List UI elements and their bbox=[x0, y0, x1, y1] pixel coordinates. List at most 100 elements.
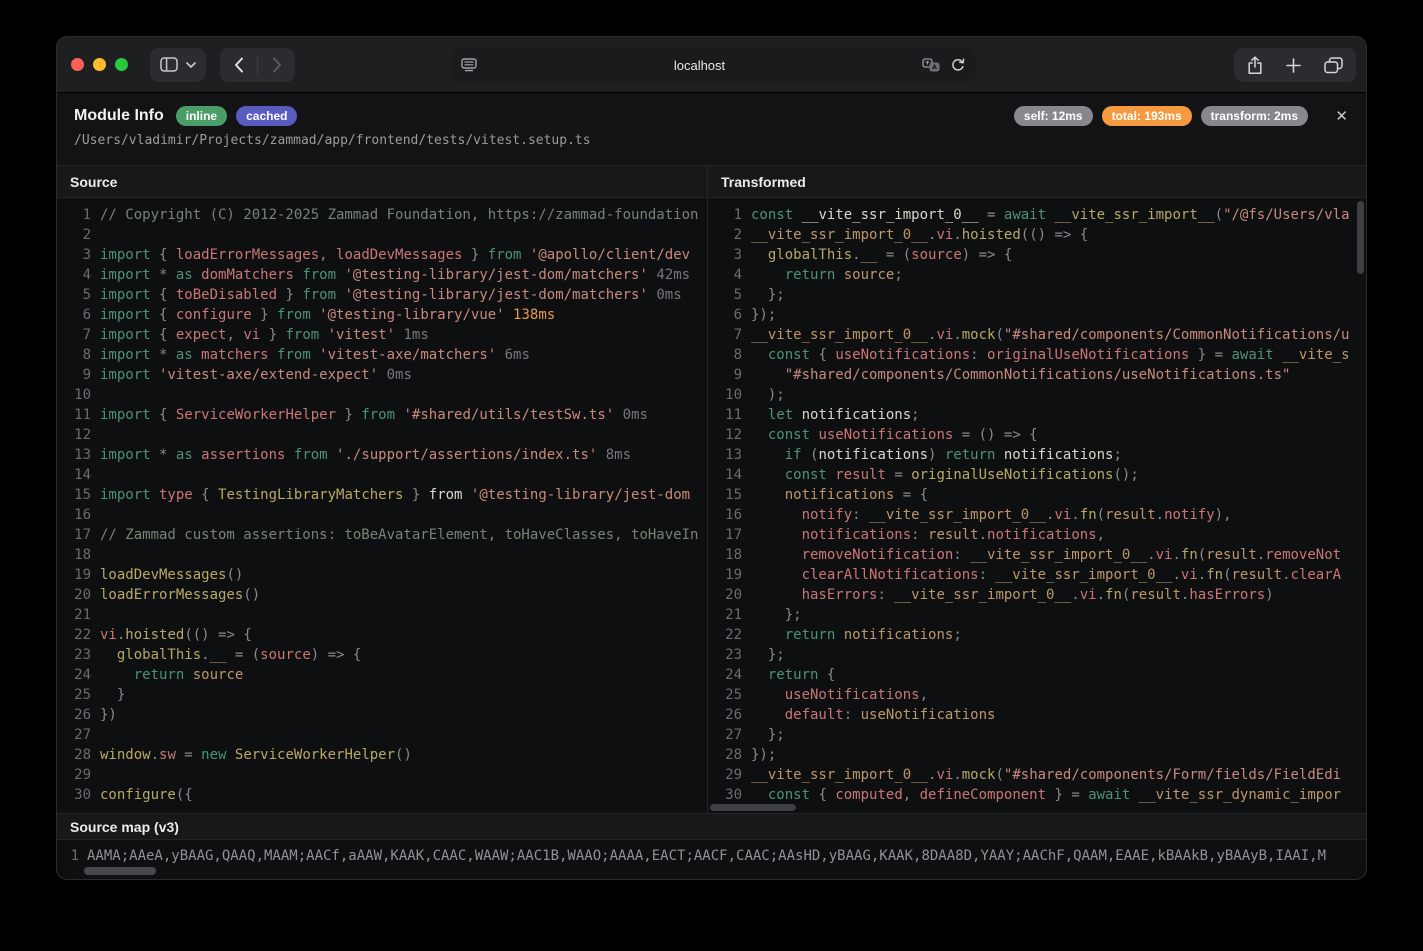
code-line: 30 const { computed, defineComponent } =… bbox=[716, 785, 1366, 805]
line-number: 27 bbox=[65, 725, 91, 745]
line-number: 2 bbox=[716, 225, 742, 245]
close-button[interactable]: ✕ bbox=[1331, 105, 1352, 128]
reload-button[interactable] bbox=[950, 57, 966, 73]
line-number: 28 bbox=[716, 745, 742, 765]
code-line: 8 const { useNotifications: originalUseN… bbox=[716, 345, 1366, 365]
tab-overview-button[interactable] bbox=[1324, 57, 1343, 74]
code-line: 21 bbox=[65, 605, 707, 625]
line-number: 16 bbox=[716, 505, 742, 525]
line-number: 19 bbox=[65, 565, 91, 585]
cached-badge: cached bbox=[236, 106, 297, 126]
line-number: 18 bbox=[65, 545, 91, 565]
code-line: 6import { configure } from '@testing-lib… bbox=[65, 305, 707, 325]
code-line: 20 hasErrors: __vite_ssr_import_0__.vi.f… bbox=[716, 585, 1366, 605]
sourcemap-title: Source map (v3) bbox=[57, 813, 1366, 840]
line-number: 16 bbox=[65, 505, 91, 525]
line-number: 18 bbox=[716, 545, 742, 565]
code-line: 22vi.hoisted(() => { bbox=[65, 625, 707, 645]
minimize-window-button[interactable] bbox=[93, 58, 106, 71]
line-number: 29 bbox=[65, 765, 91, 785]
line-number: 25 bbox=[65, 685, 91, 705]
code-line: 16 bbox=[65, 505, 707, 525]
browser-toolbar: localhost bbox=[57, 37, 1366, 93]
code-line: 28window.sw = new ServiceWorkerHelper() bbox=[65, 745, 707, 765]
vertical-scrollbar[interactable] bbox=[1357, 201, 1364, 274]
code-line: 23 }; bbox=[716, 645, 1366, 665]
line-number: 13 bbox=[716, 445, 742, 465]
zoom-window-button[interactable] bbox=[115, 58, 128, 71]
sidebar-toggle-button[interactable] bbox=[150, 48, 206, 82]
forward-button[interactable] bbox=[258, 48, 295, 82]
safari-window: localhost Module Info bbox=[56, 36, 1367, 880]
sourcemap-panel: 1AAMA;AAeA,yBAAG,QAAQ,MAAM;AACf,aAAW,KAA… bbox=[57, 840, 1366, 879]
code-line: 11 let notifications; bbox=[716, 405, 1366, 425]
reload-icon bbox=[950, 57, 966, 73]
line-number: 22 bbox=[65, 625, 91, 645]
sidebar-icon bbox=[160, 57, 178, 72]
code-line: 19 clearAllNotifications: __vite_ssr_imp… bbox=[716, 565, 1366, 585]
code-line: 16 notify: __vite_ssr_import_0__.vi.fn(r… bbox=[716, 505, 1366, 525]
line-number: 25 bbox=[716, 685, 742, 705]
page-title: Module Info bbox=[74, 107, 164, 125]
code-line: 22 return notifications; bbox=[716, 625, 1366, 645]
code-panels: 1// Copyright (C) 2012-2025 Zammad Found… bbox=[57, 198, 1366, 813]
horizontal-scrollbar[interactable] bbox=[710, 804, 796, 811]
code-line: 29 bbox=[65, 765, 707, 785]
line-number: 23 bbox=[716, 645, 742, 665]
code-line: 10 bbox=[65, 385, 707, 405]
code-line: 15 notifications = { bbox=[716, 485, 1366, 505]
source-panel-title: Source bbox=[57, 166, 707, 198]
line-number: 13 bbox=[65, 445, 91, 465]
line-number: 30 bbox=[716, 785, 742, 805]
line-number: 12 bbox=[65, 425, 91, 445]
back-button[interactable] bbox=[220, 48, 257, 82]
line-number: 6 bbox=[716, 305, 742, 325]
line-number: 11 bbox=[65, 405, 91, 425]
line-number: 17 bbox=[65, 525, 91, 545]
code-line: 5 }; bbox=[716, 285, 1366, 305]
line-number: 1 bbox=[65, 846, 79, 866]
code-line: 9import 'vitest-axe/extend-expect' 0ms bbox=[65, 365, 707, 385]
line-number: 11 bbox=[716, 405, 742, 425]
line-number: 15 bbox=[65, 485, 91, 505]
code-line: 15import type { TestingLibraryMatchers }… bbox=[65, 485, 707, 505]
code-line: 21 }; bbox=[716, 605, 1366, 625]
line-number: 22 bbox=[716, 625, 742, 645]
panel-headers: Source Transformed bbox=[57, 166, 1366, 198]
line-number: 30 bbox=[65, 785, 91, 805]
line-number: 20 bbox=[65, 585, 91, 605]
code-line: 7__vite_ssr_import_0__.vi.mock("#shared/… bbox=[716, 325, 1366, 345]
share-button[interactable] bbox=[1247, 56, 1263, 75]
line-number: 6 bbox=[65, 305, 91, 325]
line-number: 3 bbox=[716, 245, 742, 265]
code-line: 25 } bbox=[65, 685, 707, 705]
code-line: 2 bbox=[65, 225, 707, 245]
line-number: 29 bbox=[716, 765, 742, 785]
code-line: 1const __vite_ssr_import_0__ = await __v… bbox=[716, 205, 1366, 225]
line-number: 19 bbox=[716, 565, 742, 585]
address-bar[interactable]: localhost bbox=[451, 48, 976, 82]
code-line: 29__vite_ssr_import_0__.vi.mock("#shared… bbox=[716, 765, 1366, 785]
new-tab-button[interactable] bbox=[1286, 58, 1301, 73]
url-text[interactable]: localhost bbox=[477, 58, 922, 73]
code-line: 13 if (notifications) return notificatio… bbox=[716, 445, 1366, 465]
line-number: 21 bbox=[65, 605, 91, 625]
close-window-button[interactable] bbox=[71, 58, 84, 71]
translate-icon[interactable] bbox=[922, 58, 940, 72]
code-line: 27 bbox=[65, 725, 707, 745]
code-line: 9 "#shared/components/CommonNotification… bbox=[716, 365, 1366, 385]
toolbar-right-buttons bbox=[1234, 48, 1356, 82]
chevron-down-icon bbox=[186, 62, 196, 68]
plus-icon bbox=[1286, 58, 1301, 73]
code-line: 2__vite_ssr_import_0__.vi.hoisted(() => … bbox=[716, 225, 1366, 245]
line-number: 3 bbox=[65, 245, 91, 265]
code-line: 3import { loadErrorMessages, loadDevMess… bbox=[65, 245, 707, 265]
navigation-buttons bbox=[220, 48, 295, 82]
code-line: 20loadErrorMessages() bbox=[65, 585, 707, 605]
line-number: 1 bbox=[716, 205, 742, 225]
sourcemap-horizontal-scrollbar[interactable] bbox=[84, 867, 156, 875]
module-info-header: Module Info inlinecached self: 12mstotal… bbox=[57, 93, 1366, 166]
reader-icon[interactable] bbox=[461, 58, 477, 72]
code-line: 7import { expect, vi } from 'vitest' 1ms bbox=[65, 325, 707, 345]
line-number: 28 bbox=[65, 745, 91, 765]
